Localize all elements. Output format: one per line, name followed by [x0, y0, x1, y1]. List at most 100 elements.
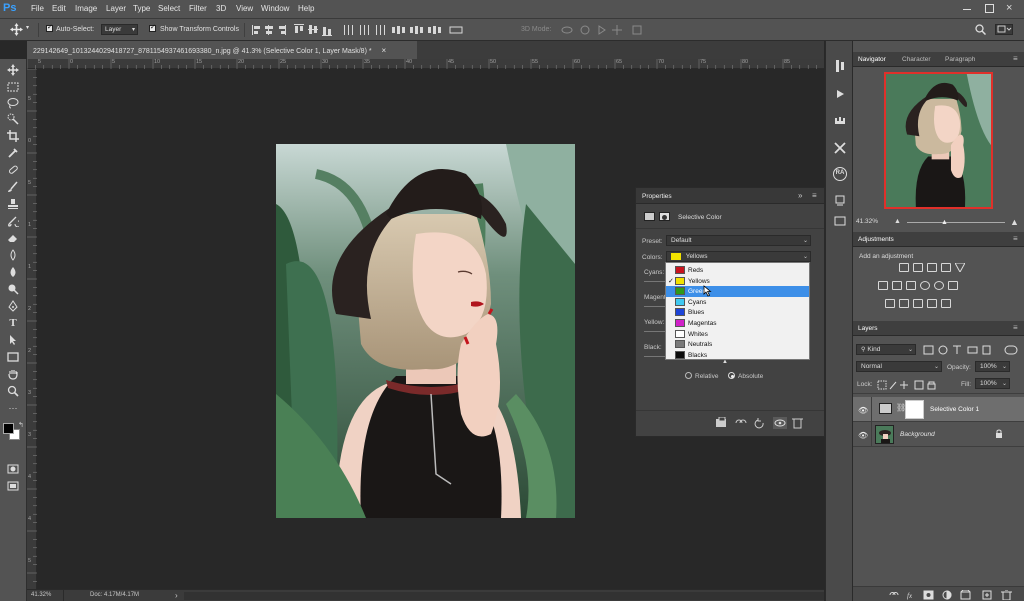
- exposure-icon[interactable]: [941, 263, 951, 272]
- menu-view[interactable]: View: [236, 4, 253, 13]
- transform-controls-checkbox[interactable]: [149, 23, 156, 32]
- menu-3d[interactable]: 3D: [216, 4, 226, 13]
- status-menu-arrow[interactable]: ›: [175, 591, 178, 600]
- layer-filter-dropdown[interactable]: ⚲ Kind ⌄: [856, 344, 916, 355]
- layer-filter-icons[interactable]: [923, 345, 1019, 355]
- threshold-icon[interactable]: [913, 299, 923, 308]
- screen-mode-icon[interactable]: [6, 479, 20, 493]
- move-tool-icon[interactable]: [10, 23, 23, 36]
- eye-icon[interactable]: 👁: [858, 406, 868, 415]
- color-option-reds[interactable]: Reds: [666, 265, 809, 276]
- zoom-level[interactable]: 41.32%: [31, 592, 51, 598]
- color-option-blacks[interactable]: Blacks: [666, 350, 809, 361]
- gradient-map-icon[interactable]: [941, 299, 951, 308]
- dodge-icon[interactable]: [6, 282, 20, 296]
- colors-dropdown[interactable]: Yellows ⌄: [666, 251, 811, 262]
- zoom-in-icon[interactable]: ▲: [1010, 217, 1019, 227]
- panel-menu-icon[interactable]: ≡: [1013, 234, 1018, 243]
- magenta-slider[interactable]: [644, 306, 666, 307]
- blur-icon[interactable]: [6, 265, 20, 279]
- brush-settings-icon[interactable]: [833, 214, 847, 228]
- crop-icon[interactable]: [6, 129, 20, 143]
- brightness-contrast-icon[interactable]: [899, 263, 909, 272]
- zoom-slider[interactable]: [907, 222, 1005, 223]
- tab-character[interactable]: Character: [902, 56, 931, 63]
- layer-name[interactable]: Background: [900, 431, 935, 438]
- pen-icon[interactable]: [6, 299, 20, 313]
- black-white-icon[interactable]: [906, 281, 916, 290]
- marquee-icon[interactable]: [6, 80, 20, 94]
- color-option-greens[interactable]: Greens: [666, 286, 809, 298]
- close-tab-icon[interactable]: ×: [382, 46, 387, 55]
- type-icon[interactable]: T: [6, 316, 20, 330]
- hue-saturation-icon[interactable]: [878, 281, 888, 290]
- navigator-preview[interactable]: [884, 72, 993, 209]
- yellow-slider[interactable]: [644, 331, 666, 332]
- menu-filter[interactable]: Filter: [189, 4, 207, 13]
- quick-select-icon[interactable]: [6, 112, 20, 126]
- clip-to-layer-button[interactable]: [715, 416, 728, 428]
- menu-select[interactable]: Select: [158, 4, 180, 13]
- tools-icon[interactable]: [833, 141, 847, 155]
- gradient-icon[interactable]: [6, 248, 20, 262]
- hand-icon[interactable]: [6, 367, 20, 381]
- view-previous-button[interactable]: [735, 416, 748, 428]
- curves-icon[interactable]: [927, 263, 937, 272]
- panel-menu-icon[interactable]: ≡: [812, 191, 817, 200]
- navigator-zoom[interactable]: 41.32%: [856, 218, 878, 225]
- collapse-panel-icon[interactable]: »: [798, 191, 802, 200]
- eraser-icon[interactable]: [6, 231, 20, 245]
- panel-menu-icon[interactable]: ≡: [1013, 323, 1018, 332]
- color-option-magentas[interactable]: Magentas: [666, 318, 809, 329]
- absolute-radio[interactable]: [728, 372, 735, 379]
- tab-adjustments[interactable]: Adjustments: [858, 236, 894, 243]
- document-tab[interactable]: 229142649_1013244029418727_8781154937461…: [27, 41, 417, 59]
- black-slider[interactable]: [644, 356, 666, 357]
- tab-paragraph[interactable]: Paragraph: [945, 56, 975, 63]
- panel-menu-icon[interactable]: ≡: [1013, 54, 1018, 63]
- blend-mode-dropdown[interactable]: Normal ⌄: [856, 361, 942, 372]
- zoom-slider-thumb[interactable]: ▲: [941, 219, 948, 226]
- color-option-yellows[interactable]: ✓ Yellows: [666, 276, 809, 287]
- rectangle-icon[interactable]: [6, 350, 20, 364]
- reset-button[interactable]: [755, 416, 768, 428]
- toggle-visibility-button[interactable]: [774, 416, 788, 428]
- eyedropper-icon[interactable]: [6, 146, 20, 160]
- quick-mask-icon[interactable]: [6, 462, 20, 476]
- menu-image[interactable]: Image: [75, 4, 97, 13]
- menu-help[interactable]: Help: [298, 4, 314, 13]
- color-option-cyans[interactable]: Cyans: [666, 297, 809, 308]
- auto-select-dropdown[interactable]: Layer ▾: [101, 24, 138, 35]
- search-icon[interactable]: [975, 24, 986, 35]
- invert-icon[interactable]: [885, 299, 895, 308]
- preset-dropdown[interactable]: Default ⌄: [666, 235, 811, 246]
- layer-row-background[interactable]: 👁 Background: [853, 422, 1024, 447]
- zoom-out-icon[interactable]: ▲: [894, 218, 901, 225]
- healing-brush-icon[interactable]: [6, 163, 20, 177]
- maximize-button[interactable]: [985, 4, 994, 13]
- path-select-icon[interactable]: [6, 333, 20, 347]
- photo-filter-icon[interactable]: [920, 281, 930, 290]
- layer-name[interactable]: Selective Color 1: [930, 406, 979, 413]
- levels-icon[interactable]: [913, 263, 923, 272]
- fill-input[interactable]: 100% ⌄: [975, 378, 1010, 389]
- play-icon[interactable]: [833, 87, 847, 101]
- layer-mask-thumbnail[interactable]: [905, 400, 924, 419]
- selective-color-icon[interactable]: [927, 299, 937, 308]
- eye-icon[interactable]: 👁: [858, 431, 868, 440]
- foreground-color-swatch[interactable]: [3, 423, 14, 434]
- menu-edit[interactable]: Edit: [52, 4, 66, 13]
- menu-layer[interactable]: Layer: [106, 4, 126, 13]
- horizontal-scrollbar[interactable]: [184, 592, 824, 600]
- menu-window[interactable]: Window: [261, 4, 289, 13]
- properties-tab[interactable]: Properties: [642, 193, 672, 200]
- zoom-icon[interactable]: [6, 384, 20, 398]
- layer-row-selective-color[interactable]: 👁 ⛓ Selective Color 1: [853, 397, 1024, 422]
- workspace-switcher[interactable]: [995, 24, 1013, 35]
- 3d-mode-icons[interactable]: [561, 24, 646, 36]
- color-option-blues[interactable]: Blues: [666, 307, 809, 318]
- layers-footer-icons[interactable]: fx: [889, 590, 1023, 600]
- ra-plugin-icon[interactable]: RA: [833, 167, 847, 181]
- delete-adjustment-button[interactable]: [794, 416, 806, 428]
- lasso-icon[interactable]: [6, 96, 20, 110]
